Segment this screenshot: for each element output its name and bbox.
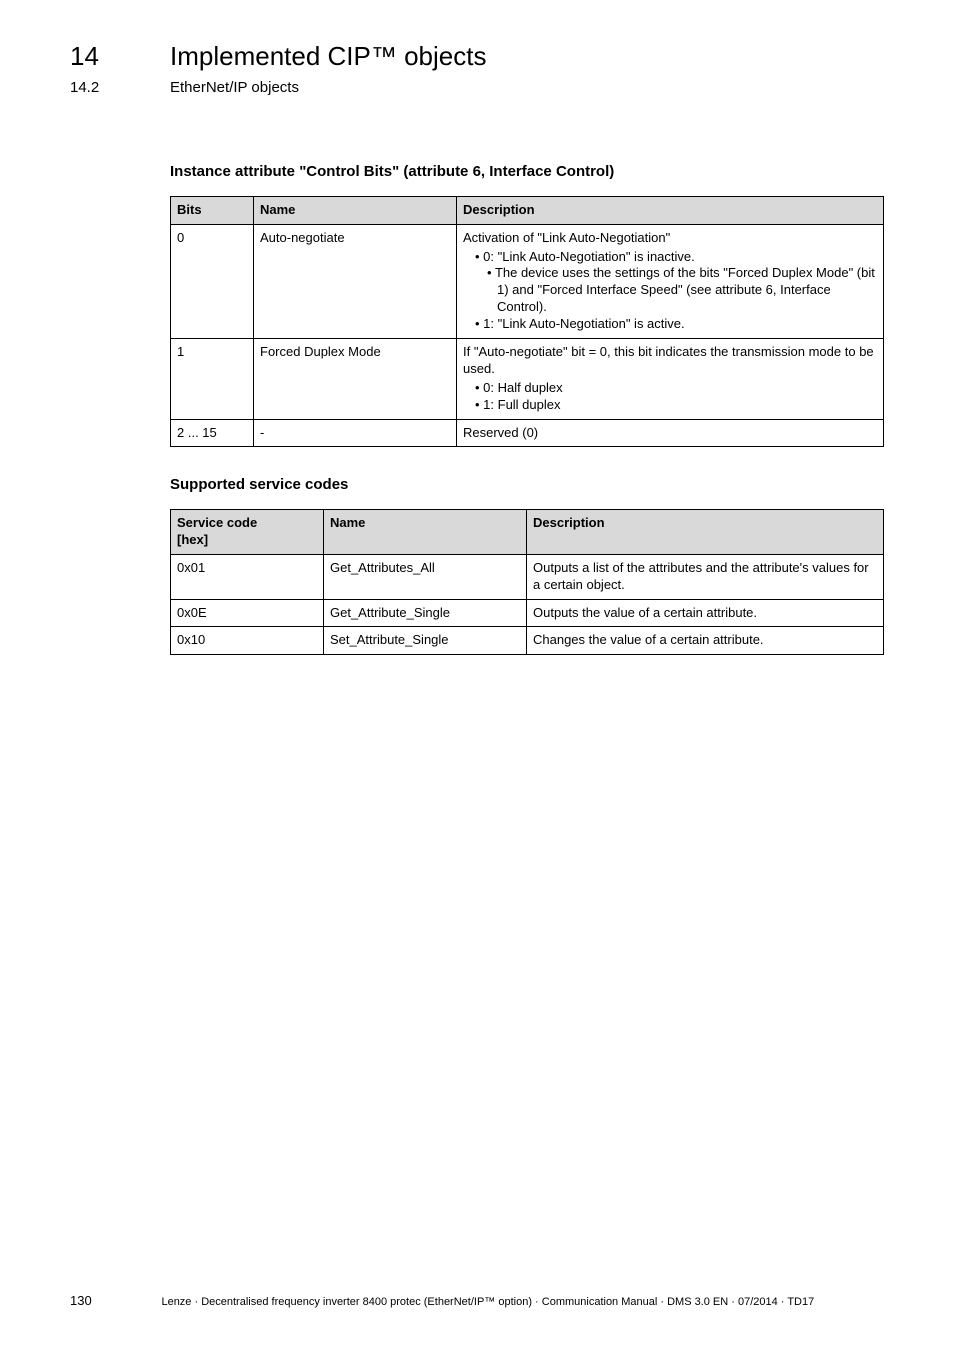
th-name: Name	[324, 509, 527, 554]
cell-bits: 2 ... 15	[171, 419, 254, 447]
cell-name: Forced Duplex Mode	[254, 339, 457, 420]
cell-name: -	[254, 419, 457, 447]
cell-description: Changes the value of a certain attribute…	[527, 627, 884, 655]
table-row: 2 ... 15 - Reserved (0)	[171, 419, 884, 447]
desc-bullets: 0: "Link Auto-Negotiation" is inactive. …	[463, 249, 877, 333]
divider-dashes: _ _ _ _ _ _ _ _ _ _ _ _ _ _ _ _ _ _ _ _ …	[70, 131, 884, 132]
cell-name: Get_Attribute_Single	[324, 599, 527, 627]
th-description: Description	[457, 196, 884, 224]
desc-bullets: 0: Half duplex 1: Full duplex	[463, 380, 877, 414]
th-service-code-line2: [hex]	[177, 532, 208, 547]
bullet-item: 0: "Link Auto-Negotiation" is inactive.	[475, 249, 877, 266]
table-control-bits: Bits Name Description 0 Auto-negotiate A…	[170, 196, 884, 448]
th-service-code-line1: Service code	[177, 515, 257, 530]
bullet-item: 0: Half duplex	[475, 380, 877, 397]
page-header: 14 Implemented CIP™ objects 14.2 EtherNe…	[70, 40, 884, 97]
section-line: 14.2 EtherNet/IP objects	[70, 78, 884, 98]
content-area: Instance attribute "Control Bits" (attri…	[170, 162, 884, 655]
th-bits: Bits	[171, 196, 254, 224]
th-description: Description	[527, 509, 884, 554]
cell-name: Auto-negotiate	[254, 224, 457, 338]
footer-credit: Lenze · Decentralised frequency inverter…	[92, 1295, 884, 1309]
cell-bits: 0	[171, 224, 254, 338]
page-number: 130	[70, 1293, 92, 1310]
bullet-item: 1: "Link Auto-Negotiation" is active.	[475, 316, 877, 333]
table-row: 0x01 Get_Attributes_All Outputs a list o…	[171, 554, 884, 599]
cell-bits: 1	[171, 339, 254, 420]
cell-description: Activation of "Link Auto-Negotiation" 0:…	[457, 224, 884, 338]
th-service-code: Service code [hex]	[171, 509, 324, 554]
cell-service-code: 0x10	[171, 627, 324, 655]
table-row: 1 Forced Duplex Mode If "Auto-negotiate"…	[171, 339, 884, 420]
cell-description: Outputs the value of a certain attribute…	[527, 599, 884, 627]
desc-lead: If "Auto-negotiate" bit = 0, this bit in…	[463, 344, 874, 376]
cell-name: Set_Attribute_Single	[324, 627, 527, 655]
section-number: 14.2	[70, 78, 170, 98]
table-row: 0 Auto-negotiate Activation of "Link Aut…	[171, 224, 884, 338]
desc-lead: Activation of "Link Auto-Negotiation"	[463, 230, 670, 245]
section-title: EtherNet/IP objects	[170, 78, 299, 98]
th-name: Name	[254, 196, 457, 224]
chapter-title: Implemented CIP™ objects	[170, 40, 486, 74]
cell-description: Reserved (0)	[457, 419, 884, 447]
page-footer: 130 Lenze · Decentralised frequency inve…	[70, 1293, 884, 1310]
chapter-line: 14 Implemented CIP™ objects	[70, 40, 884, 74]
table-service-codes: Service code [hex] Name Description 0x01 …	[170, 509, 884, 655]
bullet-sub-item: The device uses the settings of the bits…	[475, 265, 877, 316]
chapter-number: 14	[70, 40, 170, 74]
subheading-control-bits: Instance attribute "Control Bits" (attri…	[170, 162, 884, 182]
cell-service-code: 0x0E	[171, 599, 324, 627]
cell-service-code: 0x01	[171, 554, 324, 599]
cell-name: Get_Attributes_All	[324, 554, 527, 599]
cell-description: If "Auto-negotiate" bit = 0, this bit in…	[457, 339, 884, 420]
table-row: 0x10 Set_Attribute_Single Changes the va…	[171, 627, 884, 655]
bullet-item: 1: Full duplex	[475, 397, 877, 414]
table-row: 0x0E Get_Attribute_Single Outputs the va…	[171, 599, 884, 627]
subheading-service-codes: Supported service codes	[170, 475, 884, 495]
cell-description: Outputs a list of the attributes and the…	[527, 554, 884, 599]
